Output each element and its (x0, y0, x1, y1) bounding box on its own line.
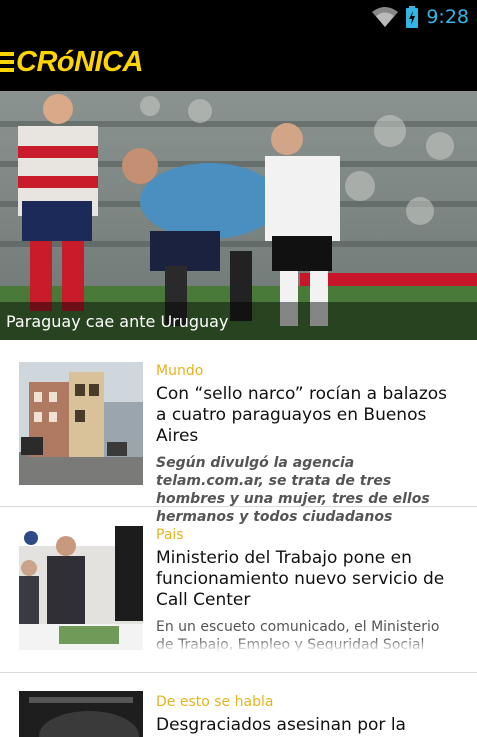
article-headline: Con “sello narco” rocían a balazos a cua… (156, 384, 448, 446)
article-thumbnail (19, 691, 143, 737)
app-logo[interactable]: CRóNICA (16, 46, 144, 79)
article-thumbnail (19, 526, 143, 650)
list-item[interactable]: De esto se habla Desgraciados asesinan p… (0, 673, 477, 737)
battery-charging-icon (406, 5, 419, 28)
status-bar: 9:28 (0, 0, 477, 33)
featured-article[interactable]: Paraguay cae ante Uruguay (0, 91, 477, 340)
article-section: Pais (156, 527, 184, 543)
status-time: 9:28 (426, 5, 469, 28)
article-section: De esto se habla (156, 694, 274, 710)
list-item[interactable]: Pais Ministerio del Trabajo pone en func… (0, 507, 477, 672)
article-headline: Ministerio del Trabajo pone en funcionam… (156, 548, 445, 610)
featured-caption: Paraguay cae ante Uruguay (6, 312, 229, 331)
hamburger-menu-icon[interactable] (0, 52, 14, 72)
article-section: Mundo (156, 363, 204, 379)
wifi-icon (372, 6, 399, 27)
article-thumbnail (19, 362, 143, 485)
list-item[interactable]: Mundo Con “sello narco” rocían a balazos… (0, 340, 477, 525)
app-header: CRóNICA (0, 33, 477, 91)
article-headline: Desgraciados asesinan por la espalda (156, 715, 406, 737)
